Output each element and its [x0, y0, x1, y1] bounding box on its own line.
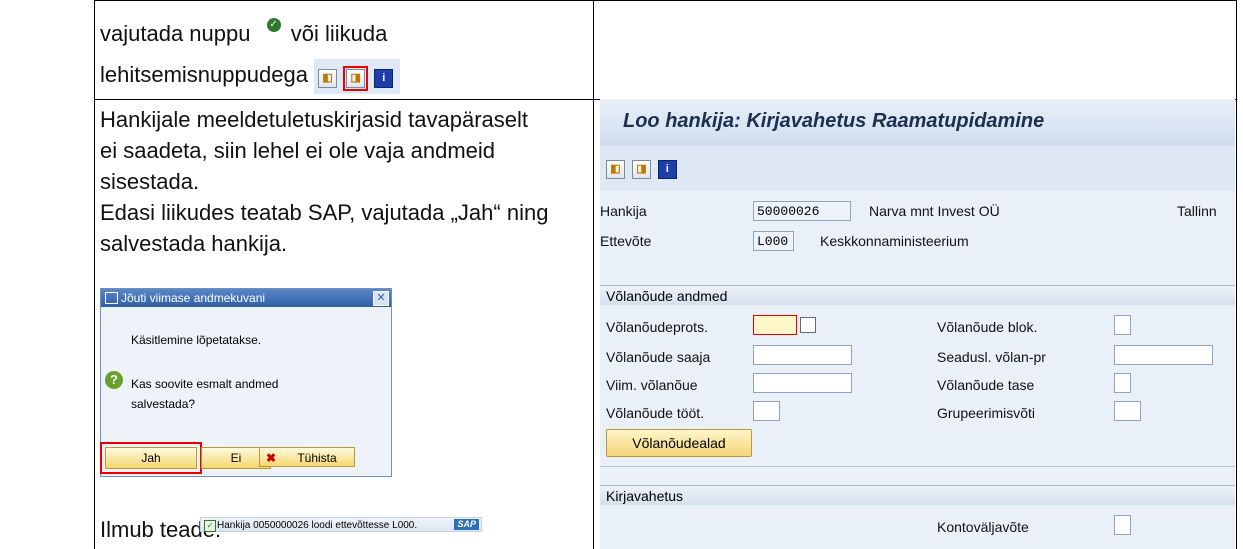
table-border-top — [95, 0, 1236, 1]
next-screen-icon[interactable]: ◨ — [631, 159, 651, 179]
instructions-text: Hankijale meeldetuletuskirjasid tavapära… — [100, 104, 548, 259]
dunning-recipient-label: Võlanõude saaja — [606, 349, 711, 365]
legal-dunning-label: Seadusl. võlan-pr — [937, 349, 1046, 365]
question-icon: ? — [105, 371, 123, 389]
dunning-clerk-label: Võlanõude tööt. — [606, 405, 705, 421]
vendor-label: Hankija — [600, 203, 647, 219]
confirm-dialog: Jõuti viimase andmekuvani ✕ Käsitlemine … — [100, 288, 392, 477]
dialog-message: Käsitlemine lõpetatakse. — [131, 333, 262, 347]
vendor-city: Tallinn — [1177, 203, 1217, 219]
yes-button[interactable]: Jah — [100, 442, 202, 474]
next-screen-icon: ◨ — [343, 65, 369, 91]
dunning-section-header: Võlanõude andmed — [600, 285, 1235, 305]
status-bar: ✓ Hankija 0050000026 loodi ettevõttesse … — [200, 517, 482, 532]
checkmark-icon: ✓ — [266, 18, 281, 32]
previous-screen-icon[interactable]: ◧ — [606, 159, 625, 179]
grouping-key-label: Grupeerimisvõti — [937, 405, 1036, 421]
top-left-line2: lehitsemisnuppudega ◧ ◨ i — [100, 59, 401, 94]
dialog-window-icon — [105, 292, 118, 304]
instr-p2-line2: salvestada hankija. — [100, 231, 288, 256]
dunning-level-label: Võlanõude tase — [937, 377, 1035, 393]
sap-vendor-screen: Loo hankija: Kirjavahetus Raamatupidamin… — [600, 99, 1235, 549]
dunning-recipient-input[interactable] — [753, 345, 852, 365]
dialog-titlebar: Jõuti viimase andmekuvani ✕ — [101, 289, 391, 307]
close-icon[interactable]: ✕ — [373, 291, 389, 306]
text-navigation-buttons: lehitsemisnuppudega — [100, 62, 308, 87]
account-statement-label: Kontoväljavõte — [937, 519, 1029, 535]
dunning-block-input[interactable] — [1114, 315, 1131, 335]
sap-toolbar: ◧ ◨ i — [600, 146, 1235, 191]
cancel-label: Tühista — [297, 451, 337, 465]
section-divider — [600, 466, 1235, 467]
instr-p2-line1: Edasi liikudes teatab SAP, vajutada „Jah… — [100, 200, 549, 225]
legal-dunning-input[interactable] — [1114, 345, 1213, 365]
correspondence-section-header: Kirjavahetus — [600, 485, 1235, 505]
text-or-move: või liikuda — [290, 21, 388, 46]
company-field: L000 — [753, 231, 794, 251]
account-statement-input[interactable] — [1114, 515, 1131, 535]
info-icon: i — [374, 68, 394, 88]
company-name: Keskkonnaministeerium — [820, 233, 969, 249]
vendor-name: Narva mnt Invest OÜ — [869, 203, 1000, 219]
table-column-divider — [593, 0, 594, 549]
dunning-clerk-input[interactable] — [753, 401, 780, 421]
info-icon[interactable]: i — [657, 159, 677, 179]
text-press-button: vajutada nuppu — [100, 21, 251, 46]
dunning-level-input[interactable] — [1114, 373, 1131, 393]
dunning-procedure-label: Võlanõudeprots. — [606, 319, 708, 335]
dialog-title: Jõuti viimase andmekuvani — [121, 291, 266, 305]
instr-p1-line3: sisestada. — [100, 169, 200, 194]
grouping-key-input[interactable] — [1114, 401, 1141, 421]
instr-p1-line1: Hankijale meeldetuletuskirjasid tavapära… — [100, 107, 529, 132]
dunning-procedure-input[interactable] — [753, 315, 797, 335]
sap-logo: SAP — [454, 519, 479, 530]
top-left-line1: vajutada nuppu ✓ või liikuda — [100, 18, 387, 49]
search-help-icon[interactable] — [800, 317, 816, 333]
success-check-icon: ✓ — [204, 520, 216, 532]
dialog-question-line1: Kas soovite esmalt andmed — [131, 377, 279, 391]
cancel-button[interactable]: ✖ Tühista — [259, 447, 355, 467]
dunning-block-label: Võlanõude blok. — [937, 319, 1038, 335]
instr-p1-line2: ei saadeta, siin lehel ei ole vaja andme… — [100, 138, 496, 163]
last-dunned-input[interactable] — [753, 373, 852, 393]
last-dunned-label: Viim. võlanõue — [606, 377, 698, 393]
vendor-field: 50000026 — [753, 201, 851, 221]
sap-screen-title: Loo hankija: Kirjavahetus Raamatupidamin… — [600, 99, 1235, 146]
previous-screen-icon: ◧ — [318, 68, 338, 88]
cancel-x-icon: ✖ — [266, 451, 277, 465]
nav-buttons-strip: ◧ ◨ i — [314, 59, 401, 94]
status-text: Hankija 0050000026 loodi ettevõttesse L0… — [217, 520, 418, 531]
company-label: Ettevõte — [600, 233, 652, 249]
dialog-question-line2: salvestada? — [131, 397, 196, 411]
dunning-areas-button[interactable]: Võlanõudealad — [606, 429, 752, 457]
